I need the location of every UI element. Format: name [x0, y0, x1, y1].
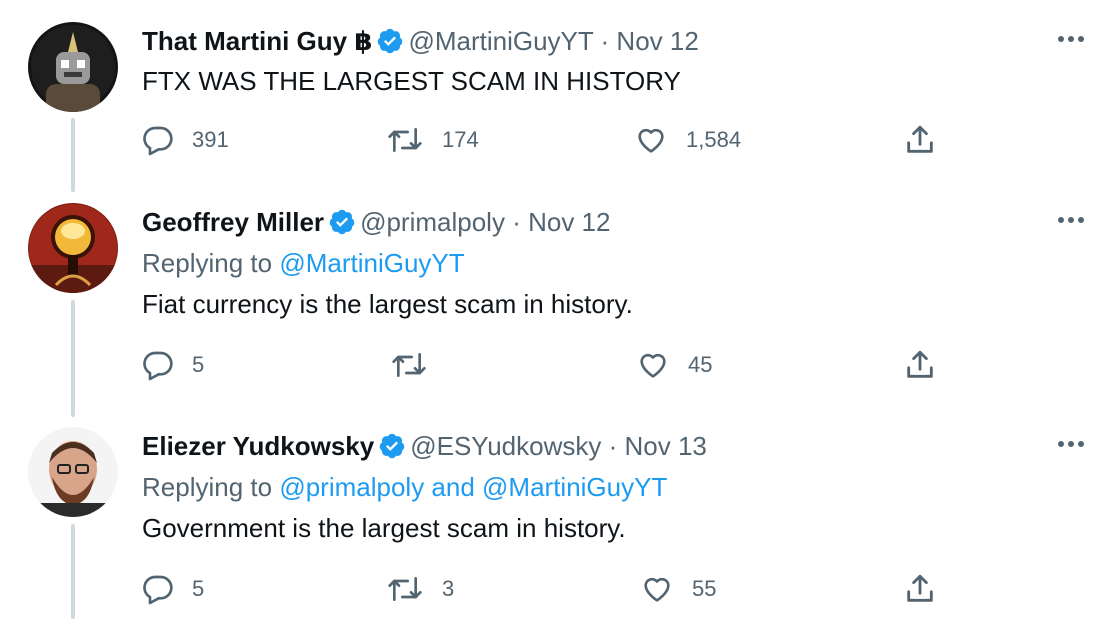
author-handle[interactable]: @ESYudkowsky	[410, 431, 601, 461]
tweet[interactable]: That Martini Guy ฿ @MartiniGuyYT · Nov 12…	[0, 22, 1117, 172]
reply-icon	[143, 126, 173, 156]
tweet-actions: 5 45	[0, 345, 1117, 385]
like-icon	[638, 128, 664, 153]
replying-to-prefix: Replying to	[142, 472, 280, 502]
tweet[interactable]: Eliezer Yudkowsky @ESYudkowsky · Nov 13 R…	[0, 427, 1117, 619]
avatar[interactable]	[28, 203, 118, 293]
more-options-icon[interactable]	[1054, 213, 1088, 227]
like-button[interactable]: 45	[636, 345, 712, 385]
tweet-date[interactable]: Nov 12	[616, 26, 698, 56]
replying-to: Replying to @MartiniGuyYT	[142, 246, 465, 280]
reply-icon	[143, 351, 173, 381]
reply-button[interactable]: 5	[142, 569, 204, 609]
reply-mention-link[interactable]: @primalpoly and @MartiniGuyYT	[279, 472, 667, 502]
like-icon	[640, 353, 666, 378]
replying-to-prefix: Replying to	[142, 248, 280, 278]
retweet-icon	[388, 128, 422, 152]
tweet-actions: 5 3 55	[0, 569, 1117, 609]
tweet-header: That Martini Guy ฿ @MartiniGuyYT · Nov 12	[142, 24, 699, 58]
like-count: 1,584	[686, 127, 742, 152]
share-button[interactable]	[903, 120, 937, 160]
tweet-header: Eliezer Yudkowsky @ESYudkowsky · Nov 13	[142, 429, 707, 463]
reply-button[interactable]: 5	[142, 345, 204, 385]
author-handle[interactable]: @primalpoly	[360, 207, 505, 237]
share-icon	[907, 125, 933, 153]
tweet-date[interactable]: Nov 13	[624, 431, 706, 461]
retweet-icon	[388, 577, 422, 601]
reply-count: 5	[192, 352, 205, 377]
retweet-icon	[392, 353, 426, 377]
separator: ·	[512, 207, 521, 237]
retweet-button[interactable]	[390, 345, 446, 385]
avatar[interactable]	[28, 22, 118, 112]
like-button[interactable]: 55	[640, 569, 716, 609]
author-name[interactable]: Geoffrey Miller	[142, 207, 324, 237]
share-icon	[907, 574, 933, 602]
retweet-count: 3	[442, 576, 455, 601]
reply-icon	[143, 575, 173, 605]
separator: ·	[608, 431, 618, 461]
reply-count: 391	[192, 127, 229, 152]
verified-badge-icon	[329, 209, 355, 235]
share-icon	[907, 350, 933, 378]
author-handle[interactable]: @MartiniGuyYT	[408, 26, 593, 56]
author-name[interactable]: Eliezer Yudkowsky	[142, 431, 374, 461]
retweet-button[interactable]: 174	[386, 120, 479, 160]
reply-button[interactable]: 391	[142, 120, 229, 160]
more-options-icon[interactable]	[1054, 32, 1088, 46]
tweet-header: Geoffrey Miller @primalpoly · Nov 12	[142, 205, 610, 239]
reply-mention-link[interactable]: @MartiniGuyYT	[279, 248, 464, 278]
verified-badge-icon	[378, 28, 403, 54]
tweet[interactable]: Geoffrey Miller @primalpoly · Nov 12 Repl…	[0, 203, 1117, 403]
retweet-button[interactable]: 3	[386, 569, 454, 609]
tweet-actions: 391 174 1,584	[0, 120, 1117, 160]
separator: ·	[600, 26, 610, 56]
retweet-count: 174	[442, 127, 479, 152]
tweet-text: Government is the largest scam in histor…	[142, 513, 626, 543]
reply-count: 5	[192, 576, 205, 601]
like-icon	[644, 577, 670, 602]
avatar[interactable]	[28, 427, 118, 517]
tweet-text: FTX WAS THE LARGEST SCAM IN HISTORY	[142, 66, 681, 96]
tweet-text: Fiat currency is the largest scam in his…	[142, 289, 633, 319]
more-options-icon[interactable]	[1054, 437, 1088, 451]
verified-badge-icon	[379, 433, 405, 459]
replying-to: Replying to @primalpoly and @MartiniGuyY…	[142, 470, 667, 504]
tweet-date[interactable]: Nov 12	[528, 207, 610, 237]
like-count: 55	[692, 576, 717, 601]
share-button[interactable]	[903, 345, 937, 385]
like-count: 45	[688, 352, 713, 377]
like-button[interactable]: 1,584	[634, 120, 741, 160]
author-name[interactable]: That Martini Guy ฿	[142, 26, 372, 56]
share-button[interactable]	[903, 569, 937, 609]
